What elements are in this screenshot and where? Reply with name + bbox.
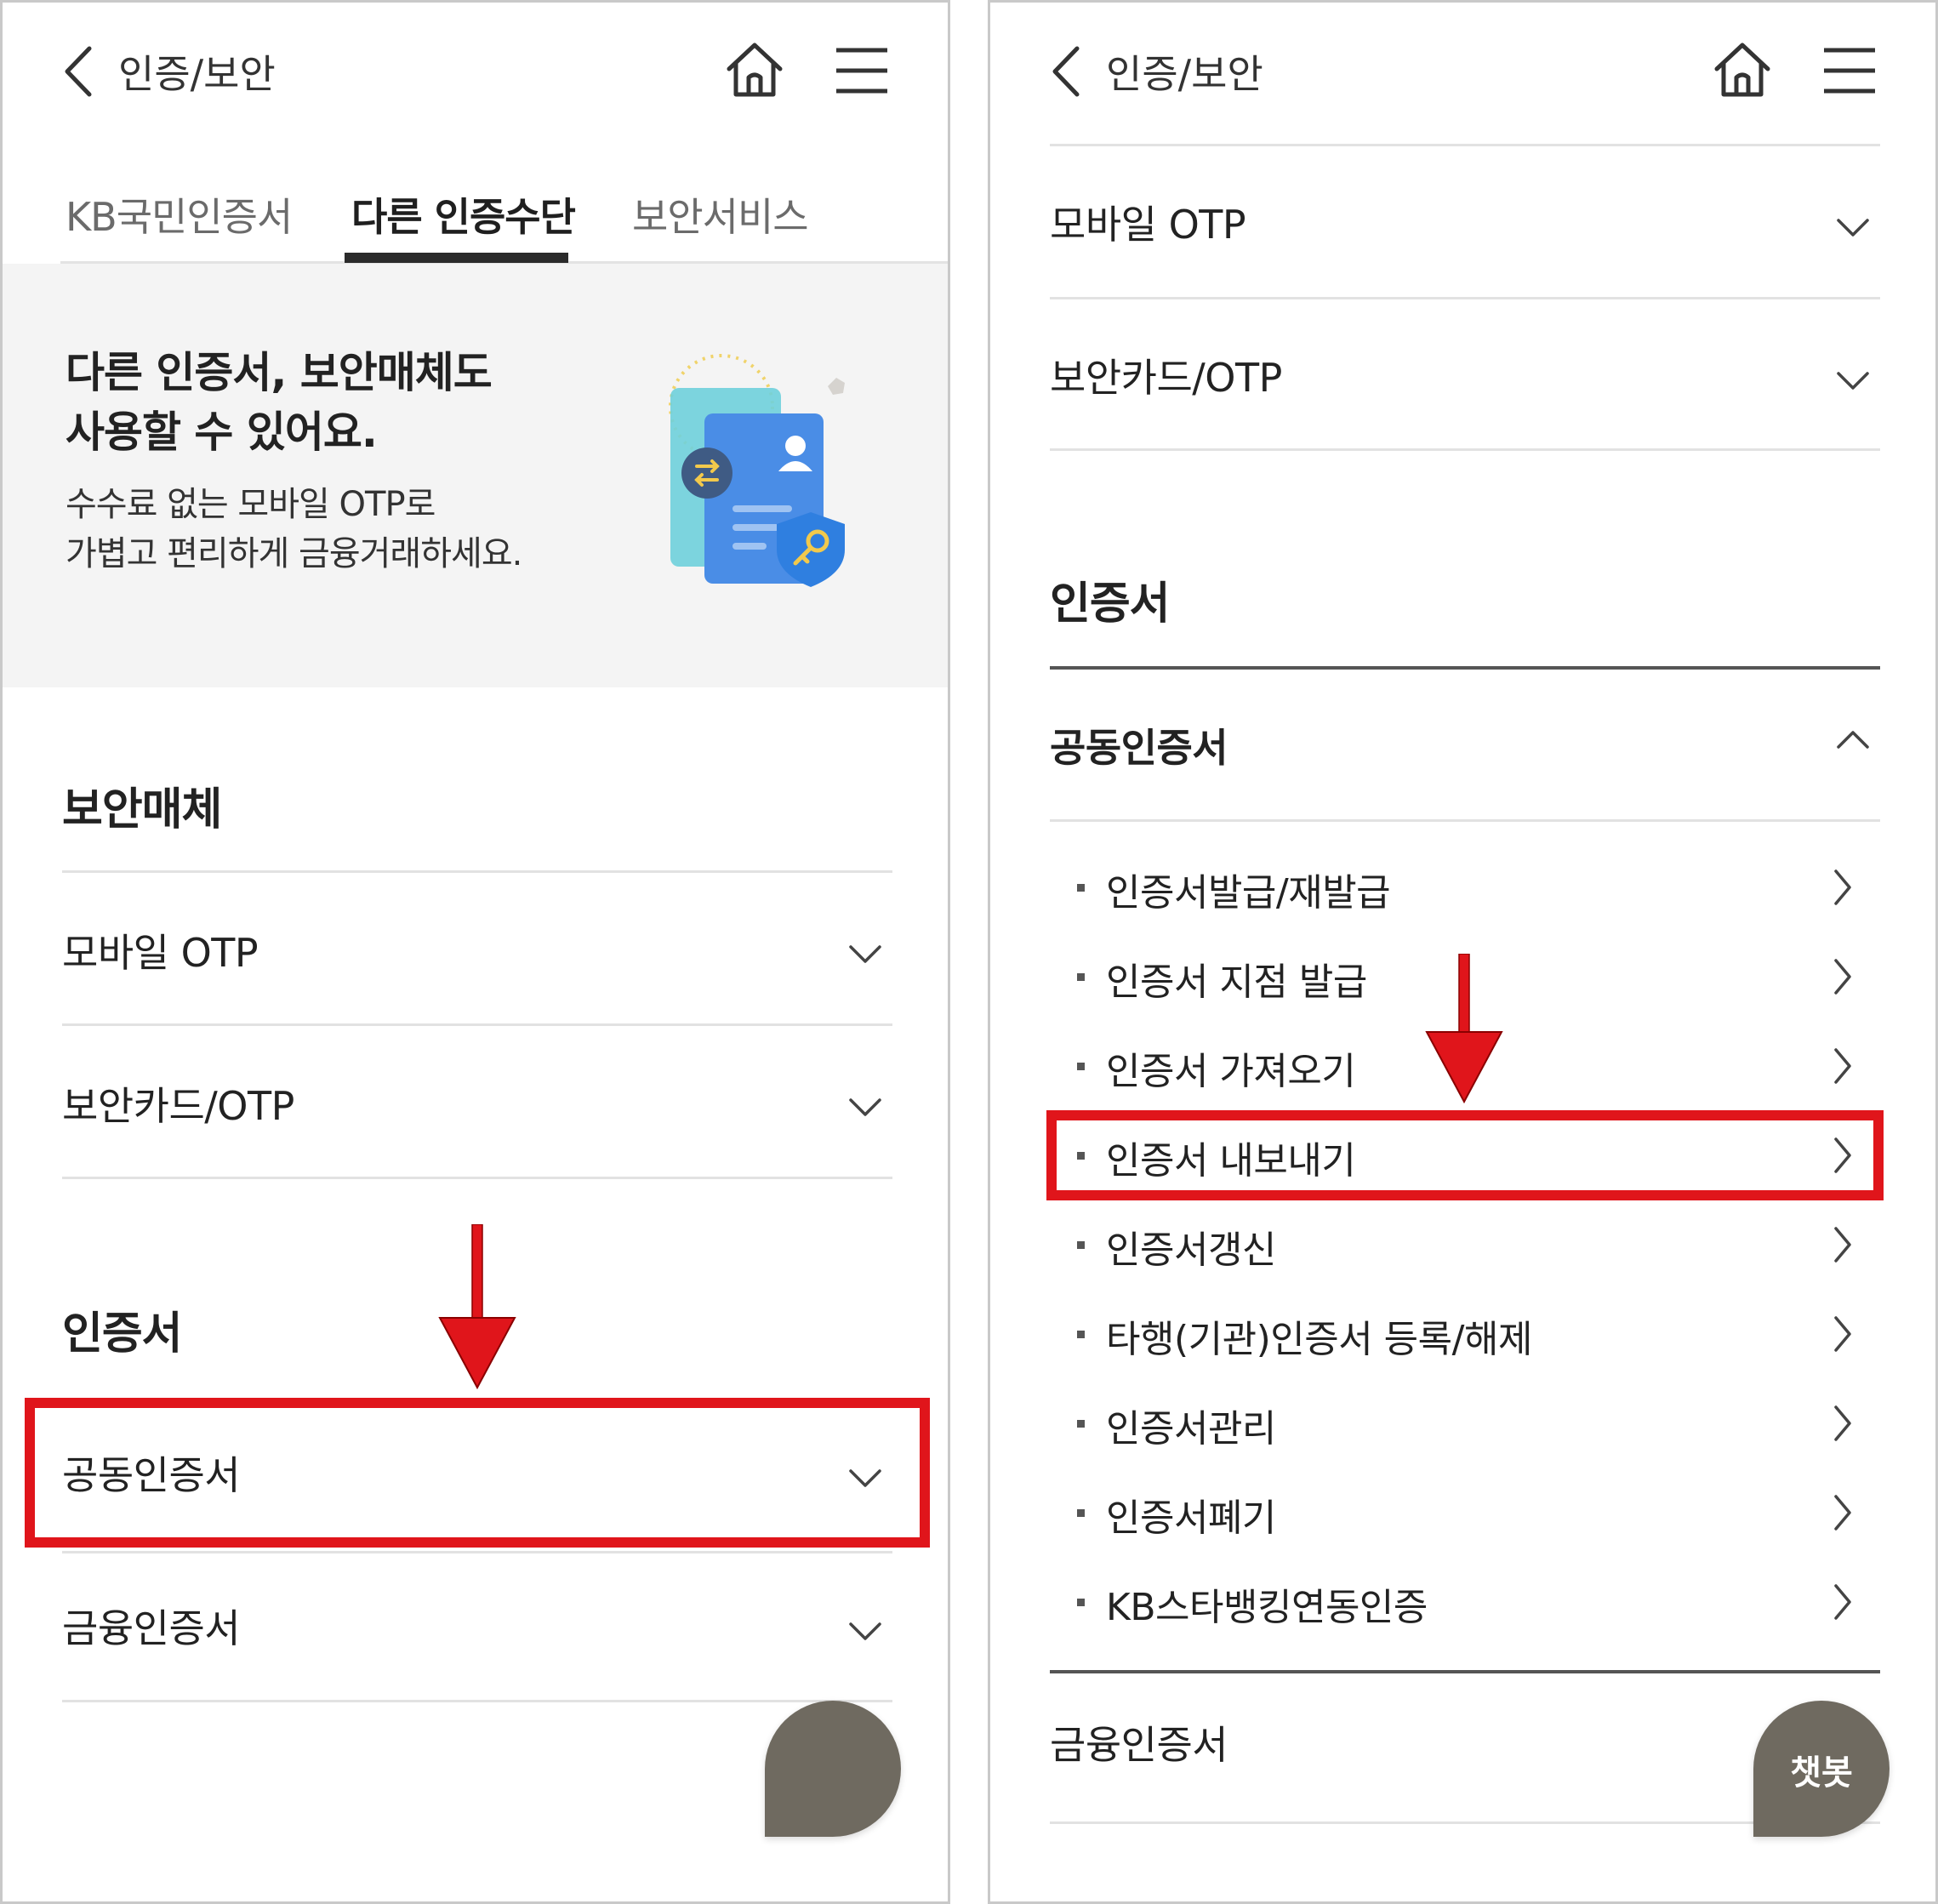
red-arrow-down-icon bbox=[1425, 954, 1503, 1103]
chevron-down-icon bbox=[848, 1622, 882, 1642]
bullet bbox=[1077, 1331, 1085, 1338]
banner-desc-line2: 가볍고 편리하게 금융거래하세요. bbox=[66, 534, 522, 573]
mobile-otp-label: 모바일 OTP bbox=[1050, 202, 1246, 248]
joint-certificate-row-expanded[interactable]: 공동인증서 bbox=[1050, 670, 1880, 819]
sub-item-issue-reissue[interactable]: 인증서발급/재발급 bbox=[1050, 853, 1880, 921]
page-title: 인증/보안 bbox=[1106, 51, 1263, 97]
divider bbox=[1050, 448, 1880, 451]
divider bbox=[1050, 819, 1880, 822]
chevron-down-icon bbox=[848, 944, 882, 965]
chatbot-label: 챗봇 bbox=[1790, 1753, 1853, 1793]
tab-other-auth[interactable]: 다른 인증수단 bbox=[351, 186, 576, 242]
bullet bbox=[1077, 884, 1085, 892]
security-card-otp-row[interactable]: 보안카드/OTP bbox=[1050, 299, 1880, 451]
back-chevron-icon[interactable] bbox=[62, 45, 96, 98]
promo-banner: 다른 인증서, 보안매체도 사용할 수 있어요. 수수료 없는 모바일 OTP로… bbox=[3, 264, 948, 687]
joint-certificate-label: 공동인증서 bbox=[1050, 725, 1228, 771]
banner-title-line2: 사용할 수 있어요. bbox=[66, 408, 378, 457]
chevron-right-icon bbox=[1833, 958, 1853, 995]
hamburger-menu-icon[interactable] bbox=[1822, 47, 1877, 94]
security-media-title: 보안매체 bbox=[62, 784, 222, 835]
sub-item-other-bank-register[interactable]: 타행(기관)인증서 등록/해제 bbox=[1050, 1300, 1880, 1368]
chevron-right-icon bbox=[1833, 869, 1853, 906]
mobile-otp-label: 모바일 OTP bbox=[62, 930, 259, 976]
highlight-box bbox=[25, 1398, 930, 1548]
hamburger-menu-icon[interactable] bbox=[835, 47, 889, 94]
home-icon[interactable] bbox=[1712, 40, 1773, 100]
security-card-otp-label: 보안카드/OTP bbox=[62, 1083, 294, 1129]
mobile-otp-row[interactable]: 모바일 OTP bbox=[62, 873, 892, 1024]
bullet bbox=[1077, 1063, 1085, 1070]
sub-item-label: 인증서갱신 bbox=[1106, 1228, 1276, 1272]
sub-item-label: 인증서관리 bbox=[1106, 1407, 1276, 1451]
chatbot-button[interactable] bbox=[765, 1701, 901, 1837]
chevron-down-icon bbox=[1836, 371, 1870, 391]
chatbot-button[interactable]: 챗봇 bbox=[1753, 1701, 1890, 1837]
active-tab-indicator bbox=[345, 253, 568, 263]
sub-item-label: 인증서발급/재발급 bbox=[1106, 871, 1391, 915]
chevron-right-icon bbox=[1833, 1494, 1853, 1531]
chevron-down-icon bbox=[1836, 218, 1870, 238]
home-icon[interactable] bbox=[724, 40, 785, 100]
red-arrow-down-icon bbox=[438, 1224, 516, 1389]
chevron-right-icon bbox=[1833, 1405, 1853, 1442]
sub-item-label: 인증서폐기 bbox=[1106, 1496, 1276, 1540]
bullet bbox=[1077, 1420, 1085, 1428]
sub-item-label: 인증서 지점 발급 bbox=[1106, 961, 1367, 1004]
sub-item-label: 인증서 가져오기 bbox=[1106, 1050, 1356, 1093]
chevron-right-icon bbox=[1833, 1226, 1853, 1263]
bullet bbox=[1077, 1509, 1085, 1517]
financial-certificate-label: 금융인증서 bbox=[1050, 1722, 1228, 1768]
page-title: 인증/보안 bbox=[118, 51, 276, 97]
chevron-up-icon bbox=[1836, 729, 1870, 750]
financial-certificate-label: 금융인증서 bbox=[62, 1605, 241, 1651]
security-card-otp-label: 보안카드/OTP bbox=[1050, 355, 1282, 401]
bullet bbox=[1077, 1599, 1085, 1606]
sub-item-revoke[interactable]: 인증서폐기 bbox=[1050, 1479, 1880, 1547]
left-screen: 인증/보안 KB국민인증서 다른 인증수단 보안서비스 다른 인증서, 보안매체… bbox=[0, 0, 950, 1904]
bullet bbox=[1077, 1241, 1085, 1249]
tab-security-service[interactable]: 보안서비스 bbox=[632, 186, 809, 242]
chevron-right-icon bbox=[1833, 1315, 1853, 1353]
sub-item-kb-starbanking-link[interactable]: KB스타뱅킹연동인증 bbox=[1050, 1568, 1880, 1636]
highlight-box bbox=[1046, 1110, 1884, 1200]
certificate-section-title: 인증서 bbox=[62, 1308, 183, 1360]
back-chevron-icon[interactable] bbox=[1050, 45, 1084, 98]
sub-item-renew[interactable]: 인증서갱신 bbox=[1050, 1211, 1880, 1279]
sub-item-label: KB스타뱅킹연동인증 bbox=[1106, 1586, 1428, 1629]
sub-item-manage[interactable]: 인증서관리 bbox=[1050, 1389, 1880, 1457]
security-card-otp-row[interactable]: 보안카드/OTP bbox=[62, 1026, 892, 1177]
banner-desc-line1: 수수료 없는 모바일 OTP로 bbox=[66, 485, 436, 524]
chevron-right-icon bbox=[1833, 1583, 1853, 1621]
banner-title-line1: 다른 인증서, 보안매체도 bbox=[66, 348, 493, 397]
right-screen: 인증/보안 모바일 OTP 보안카드/OTP 인증서 공동인증서 인증서발급/재… bbox=[988, 0, 1938, 1904]
sub-item-label: 타행(기관)인증서 등록/해제 bbox=[1106, 1318, 1532, 1361]
divider bbox=[62, 1177, 892, 1179]
certificate-section-title: 인증서 bbox=[1050, 579, 1171, 630]
divider bbox=[62, 1700, 892, 1702]
certificate-illustration bbox=[632, 345, 862, 604]
bullet bbox=[1077, 973, 1085, 981]
chevron-down-icon bbox=[848, 1097, 882, 1118]
chevron-right-icon bbox=[1833, 1047, 1853, 1085]
mobile-otp-row[interactable]: 모바일 OTP bbox=[1050, 146, 1880, 298]
financial-certificate-row[interactable]: 금융인증서 bbox=[62, 1553, 892, 1705]
tab-kb-certificate[interactable]: KB국민인증서 bbox=[66, 186, 293, 242]
